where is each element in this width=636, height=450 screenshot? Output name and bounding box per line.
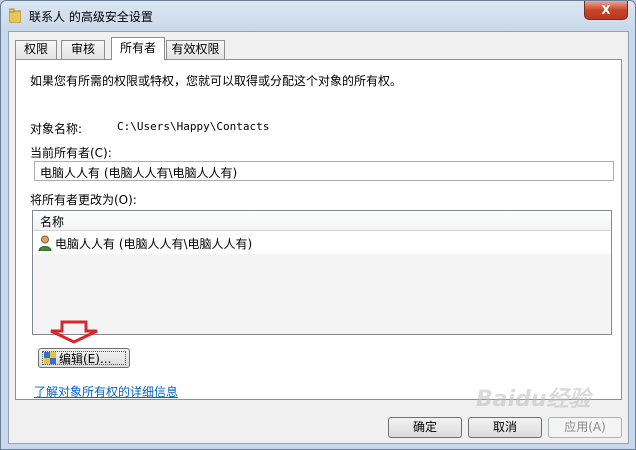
list-header-name[interactable]: 名称 xyxy=(33,211,611,231)
intro-text: 如果您有所需的权限或特权，您就可以取得或分配这个对象的所有权。 xyxy=(30,74,403,88)
title-bar[interactable]: 联系人 的高级安全设置 X xyxy=(1,1,635,31)
list-empty-area xyxy=(33,254,611,334)
owner-candidates-list[interactable]: 名称 电脑人人有 (电脑人人有\电脑人人有) xyxy=(32,210,612,335)
close-button[interactable]: X xyxy=(584,1,628,20)
owner-tab-page: 如果您有所需的权限或特权，您就可以取得或分配这个对象的所有权。 对象名称: C:… xyxy=(15,59,622,400)
security-settings-window: 联系人 的高级安全设置 X 权限 审核 所有者 有效权限 如果您有所需的权限或特… xyxy=(0,0,636,450)
list-item-label: 电脑人人有 (电脑人人有\电脑人人有) xyxy=(55,236,253,251)
current-owner-field[interactable]: 电脑人人有 (电脑人人有\电脑人人有) xyxy=(34,161,614,181)
window-title: 联系人 的高级安全设置 xyxy=(29,10,153,24)
apply-button[interactable]: 应用(A) xyxy=(548,417,622,438)
close-icon: X xyxy=(601,3,611,17)
change-owner-label: 将所有者更改为(O): xyxy=(30,193,137,207)
ok-button[interactable]: 确定 xyxy=(388,417,462,438)
edit-button-focus-rect xyxy=(42,351,126,365)
red-down-arrow-icon xyxy=(50,320,98,344)
object-name-label: 对象名称: xyxy=(30,122,83,136)
object-name-value: C:\Users\Happy\Contacts xyxy=(117,120,270,133)
tab-owner[interactable]: 所有者 xyxy=(111,37,165,60)
cancel-button[interactable]: 取消 xyxy=(468,417,542,438)
tab-permissions[interactable]: 权限 xyxy=(15,40,57,59)
tab-effective-permissions[interactable]: 有效权限 xyxy=(166,40,225,59)
list-item[interactable]: 电脑人人有 (电脑人人有\电脑人人有) xyxy=(38,234,252,252)
user-icon xyxy=(38,235,52,251)
current-owner-label: 当前所有者(C): xyxy=(30,146,112,160)
tab-auditing[interactable]: 审核 xyxy=(61,40,105,59)
watermark: Baidu经验 xyxy=(476,387,591,412)
edit-button[interactable]: 编辑(E)... xyxy=(38,348,130,368)
learn-more-link[interactable]: 了解对象所有权的详细信息 xyxy=(34,383,178,400)
folder-icon xyxy=(9,8,21,23)
